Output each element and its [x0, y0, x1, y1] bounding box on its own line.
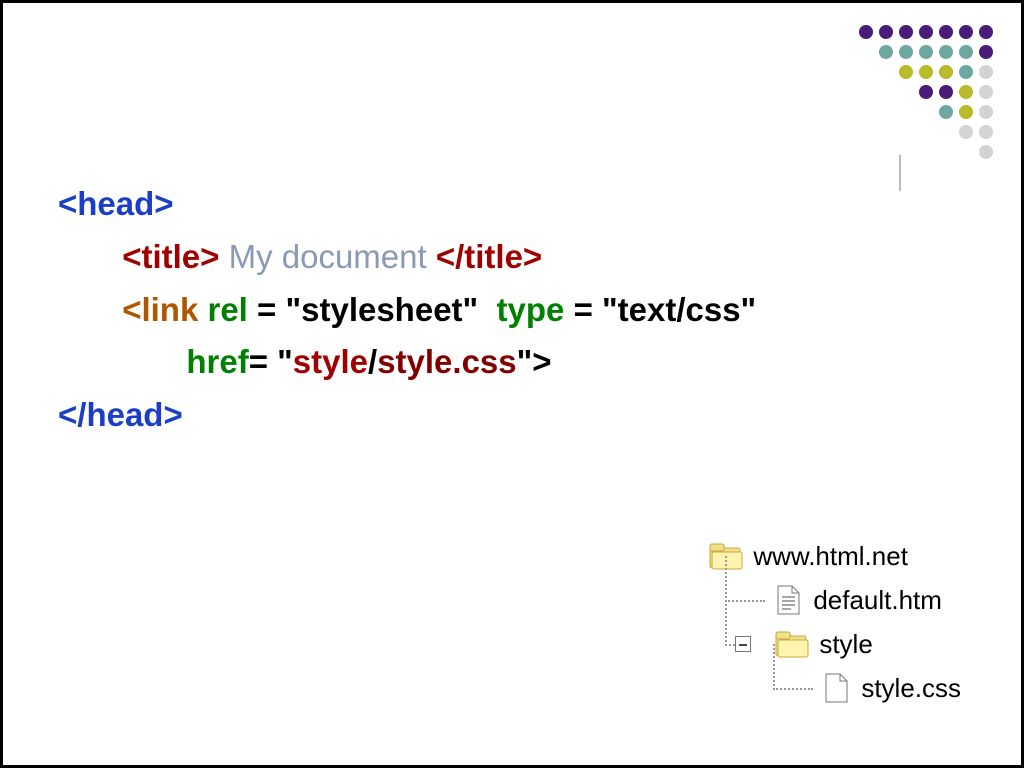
slash: / — [368, 343, 377, 380]
decor-dot — [899, 45, 913, 59]
eq-quote: = " — [249, 343, 293, 380]
decor-dot — [939, 45, 953, 59]
tree-file-default: default.htm — [709, 578, 961, 622]
decor-dot — [959, 65, 973, 79]
tree-root-label: www.html.net — [753, 541, 908, 572]
code-line-3: <link rel = "stylesheet" type = "text/cs… — [58, 284, 756, 337]
tag-head-close: </head> — [58, 396, 183, 433]
folder-style: style — [293, 343, 368, 380]
tag-title-close: </title> — [436, 238, 542, 275]
file-icon — [823, 672, 851, 704]
decor-dot — [939, 105, 953, 119]
text-my-document: My document — [219, 238, 435, 275]
decor-dot — [979, 45, 993, 59]
tree-root: www.html.net — [709, 534, 961, 578]
collapse-icon[interactable] — [735, 636, 751, 652]
end-quote: "> — [517, 343, 552, 380]
decor-dot — [959, 45, 973, 59]
tree-folder-style: style — [709, 622, 961, 666]
tree-file-default-label: default.htm — [813, 585, 942, 616]
decor-dot — [979, 145, 993, 159]
decor-dot — [899, 25, 913, 39]
attr-type: type — [497, 291, 574, 328]
val-textcss: = "text/css" — [574, 291, 757, 328]
decor-dot — [919, 85, 933, 99]
val-stylesheet: = "stylesheet" — [257, 291, 497, 328]
decor-dot — [979, 85, 993, 99]
tree-folder-style-label: style — [819, 629, 872, 660]
tag-link: <link — [122, 291, 207, 328]
tree-file-stylecss: style.css — [709, 666, 961, 710]
attr-href: href — [186, 343, 248, 380]
code-block: <head> <title> My document </title> <lin… — [58, 178, 756, 442]
decor-dot — [879, 45, 893, 59]
decor-dot — [919, 45, 933, 59]
attr-rel: rel — [207, 291, 257, 328]
decor-dot — [919, 65, 933, 79]
slide: <head> <title> My document </title> <lin… — [0, 0, 1024, 768]
decor-dot — [939, 85, 953, 99]
tree-connector — [709, 622, 765, 666]
decor-dot — [979, 125, 993, 139]
file-tree: www.html.net default.htm — [709, 534, 961, 710]
decor-dot — [939, 65, 953, 79]
decor-dot — [959, 105, 973, 119]
decor-dots — [813, 25, 993, 165]
tree-connector — [709, 666, 813, 710]
code-line-4: href= "style/style.css"> — [58, 336, 756, 389]
code-line-2: <title> My document </title> — [58, 231, 756, 284]
decor-dot — [959, 125, 973, 139]
folder-icon — [775, 630, 809, 658]
code-line-5: </head> — [58, 389, 756, 442]
code-line-1: <head> — [58, 178, 756, 231]
decor-dot — [879, 25, 893, 39]
decor-dot — [859, 25, 873, 39]
decor-dot — [959, 85, 973, 99]
tag-title-open: <title> — [122, 238, 219, 275]
file-stylecss: style.css — [377, 343, 516, 380]
document-icon — [775, 584, 803, 616]
decor-dot — [979, 105, 993, 119]
tree-file-stylecss-label: style.css — [861, 673, 961, 704]
decor-dot — [959, 25, 973, 39]
tag-head-open: <head> — [58, 185, 174, 222]
decor-dot — [979, 65, 993, 79]
decor-dot — [939, 25, 953, 39]
tree-connector — [709, 578, 765, 622]
decor-dot — [899, 65, 913, 79]
decor-dot — [979, 25, 993, 39]
decor-separator — [899, 155, 901, 191]
decor-dot — [919, 25, 933, 39]
